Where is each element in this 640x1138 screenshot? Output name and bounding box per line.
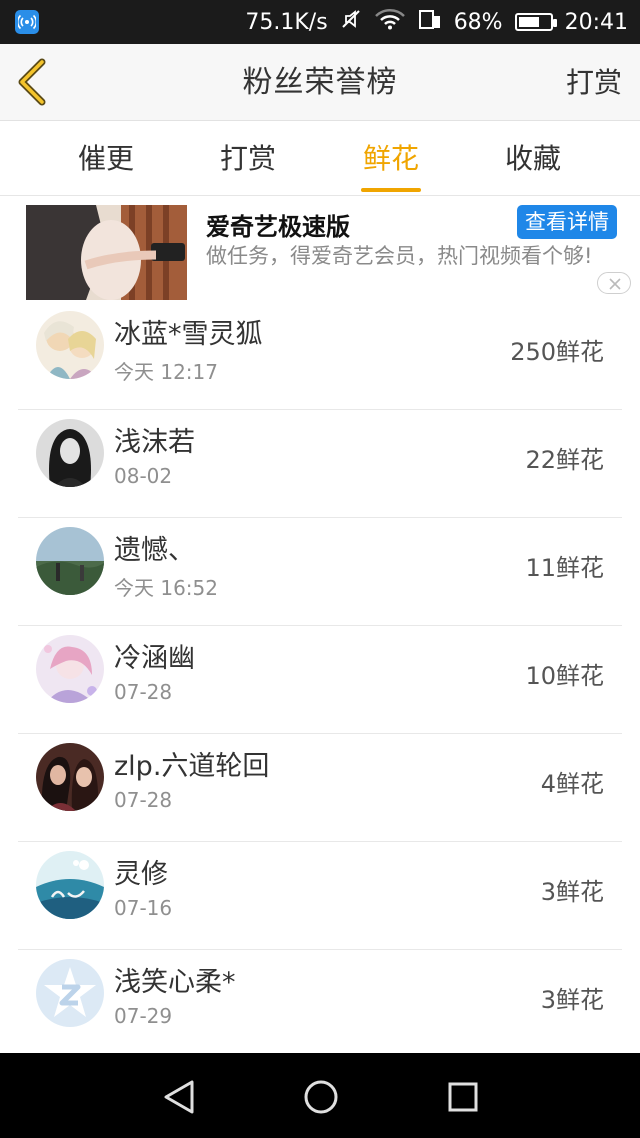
tab-label: 打赏: [219, 142, 276, 175]
flower-count: 3鲜花: [540, 878, 604, 906]
list-item[interactable]: 浅沫若 08-02 22鲜花: [18, 410, 622, 518]
fan-date: 08-02: [114, 464, 173, 488]
ad-image: [26, 205, 187, 300]
back-triangle-icon[interactable]: [160, 1079, 198, 1115]
flower-count: 4鲜花: [540, 770, 604, 798]
fan-date: 07-28: [114, 680, 173, 704]
fan-name: 冷涵幽: [114, 643, 195, 674]
ad-title: 爱奇艺极速版: [206, 213, 350, 241]
fan-date: 今天 16:52: [114, 576, 218, 600]
fan-name: zlp.六道轮回: [114, 751, 270, 782]
system-nav-bar: [0, 1053, 640, 1138]
tab-bar: 催更 打赏 鲜花 收藏: [0, 121, 640, 196]
tab-flowers[interactable]: 鲜花: [331, 121, 451, 196]
fan-name: 浅沫若: [114, 427, 195, 458]
broadcast-app-icon: [15, 10, 39, 34]
chevron-left-icon: [18, 58, 46, 106]
tab-urge[interactable]: 催更: [46, 121, 166, 196]
tab-favorites[interactable]: 收藏: [473, 121, 593, 196]
avatar: [36, 311, 104, 379]
battery-icon: [514, 13, 557, 31]
tab-label: 收藏: [504, 142, 561, 175]
home-circle-icon[interactable]: [302, 1078, 340, 1116]
list-item[interactable]: 浅笑心柔* 07-29 3鲜花: [18, 950, 622, 1058]
clock: 20:41: [564, 9, 628, 35]
ad-details-button[interactable]: 查看详情: [517, 205, 617, 239]
avatar: [36, 959, 104, 1027]
fan-name: 遗憾、: [114, 535, 195, 566]
fan-date: 今天 12:17: [114, 360, 218, 384]
list-item[interactable]: 冰蓝*雪灵狐 今天 12:17 250鲜花: [18, 302, 622, 410]
avatar: [36, 635, 104, 703]
list-item[interactable]: 灵修 07-16 3鲜花: [18, 842, 622, 950]
avatar: [36, 851, 104, 919]
avatar: [36, 527, 104, 595]
title-bar: 粉丝荣誉榜 打赏: [0, 44, 640, 121]
avatar: [36, 743, 104, 811]
recents-square-icon[interactable]: [445, 1079, 481, 1115]
list-item[interactable]: zlp.六道轮回 07-28 4鲜花: [18, 734, 622, 842]
active-tab-indicator: [361, 188, 421, 192]
tab-label: 催更: [77, 142, 134, 175]
status-bar: 75.1K/s 68% 20:41: [0, 0, 640, 44]
flower-count: 22鲜花: [525, 446, 604, 474]
fan-date: 07-16: [114, 896, 173, 920]
tab-label: 鲜花: [362, 142, 419, 175]
tab-reward[interactable]: 打赏: [188, 121, 308, 196]
ad-banner[interactable]: 爱奇艺极速版 做任务，得爱奇艺会员，热门视频看个够! 查看详情: [0, 197, 640, 302]
ad-description: 做任务，得爱奇艺会员，热门视频看个够!: [206, 244, 593, 268]
flower-count: 250鲜花: [510, 338, 604, 366]
flower-count: 11鲜花: [525, 554, 604, 582]
ad-close-button[interactable]: [597, 272, 631, 294]
close-icon: [609, 278, 621, 290]
network-speed: 75.1K/s: [245, 9, 328, 35]
avatar: [36, 419, 104, 487]
fan-date: 07-28: [114, 788, 173, 812]
flower-count: 10鲜花: [525, 662, 604, 690]
list-item[interactable]: 冷涵幽 07-28 10鲜花: [18, 626, 622, 734]
sim-card-icon: [418, 8, 442, 36]
back-button[interactable]: [14, 58, 54, 106]
reward-button[interactable]: 打赏: [566, 44, 622, 121]
mute-icon: [340, 8, 362, 36]
list-item[interactable]: 遗憾、 今天 16:52 11鲜花: [18, 518, 622, 626]
flower-count: 3鲜花: [540, 986, 604, 1014]
wifi-icon: [374, 8, 406, 36]
fan-date: 07-29: [114, 1004, 173, 1028]
battery-percent: 68%: [453, 9, 503, 35]
fan-name: 冰蓝*雪灵狐: [114, 319, 263, 350]
fan-name: 浅笑心柔*: [114, 967, 236, 998]
page-title: 粉丝荣誉榜: [242, 65, 398, 100]
fan-name: 灵修: [114, 859, 168, 890]
